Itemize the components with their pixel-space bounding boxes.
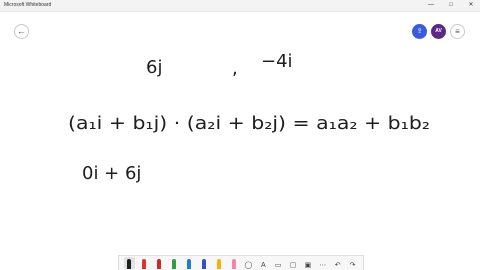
pen-blue-icon bbox=[186, 259, 191, 269]
pen-black-tool[interactable] bbox=[123, 257, 135, 269]
pen-blue-tool[interactable] bbox=[183, 257, 194, 269]
ruler-tool[interactable]: ▭ bbox=[273, 257, 284, 269]
lasso-icon: ◯ bbox=[244, 262, 253, 269]
image-tool[interactable]: ▣ bbox=[302, 257, 313, 269]
ink-comma: , bbox=[232, 58, 238, 79]
highlighter-tool[interactable] bbox=[213, 257, 224, 269]
minimize-button[interactable]: — bbox=[424, 0, 438, 11]
highlighter-icon bbox=[216, 259, 221, 269]
pen-green-tool[interactable] bbox=[169, 257, 180, 269]
ink-layer: 6j , −4i (a₁i + b₁j) · (a₂i + b₂j) = a₁a… bbox=[68, 51, 430, 184]
app-title: Microsoft Whiteboard bbox=[4, 2, 52, 8]
text-icon: A bbox=[260, 262, 266, 269]
undo-icon: ↶ bbox=[334, 262, 341, 269]
redo-button[interactable]: ↷ bbox=[347, 257, 358, 269]
lasso-tool[interactable]: ◯ bbox=[243, 257, 254, 269]
pen-navy-icon bbox=[201, 259, 206, 269]
eraser-tool[interactable] bbox=[228, 257, 239, 269]
maximize-button[interactable]: □ bbox=[444, 0, 458, 11]
close-button[interactable]: ✕ bbox=[464, 0, 478, 11]
more-icon: ⋯ bbox=[319, 262, 327, 269]
pen-green-icon bbox=[172, 259, 177, 269]
text-tool[interactable]: A bbox=[258, 257, 269, 269]
undo-button[interactable]: ↶ bbox=[332, 257, 343, 269]
ink-dot-product-equation: (a₁i + b₁j) · (a₂i + b₂j) = a₁a₂ + b₁b₂ bbox=[68, 113, 430, 134]
pen-black-icon bbox=[127, 259, 132, 269]
redo-icon: ↷ bbox=[349, 262, 356, 269]
ink-text-0i-plus-6j: 0i + 6j bbox=[82, 163, 141, 184]
ruler-icon: ▭ bbox=[274, 262, 282, 269]
ink-text-minus-4i: −4i bbox=[261, 51, 293, 72]
pen-red-2-icon bbox=[157, 259, 162, 269]
eraser-icon bbox=[231, 259, 236, 269]
ink-toolbar: ◯ A ▭ ▢ ▣ ⋯ ↶ ↷ bbox=[118, 255, 364, 270]
image-icon: ▣ bbox=[304, 262, 312, 269]
pen-red-tool[interactable] bbox=[139, 257, 150, 269]
more-tool[interactable]: ⋯ bbox=[317, 257, 328, 269]
pen-red-2-tool[interactable] bbox=[154, 257, 165, 269]
ink-text-6j: 6j bbox=[146, 57, 162, 78]
shapes-tool[interactable]: ▢ bbox=[288, 257, 299, 269]
pen-red-icon bbox=[142, 259, 147, 269]
whiteboard-canvas[interactable]: 6j , −4i (a₁i + b₁j) · (a₂i + b₂j) = a₁a… bbox=[0, 11, 480, 255]
pen-navy-tool[interactable] bbox=[198, 257, 209, 269]
shapes-icon: ▢ bbox=[289, 262, 297, 269]
